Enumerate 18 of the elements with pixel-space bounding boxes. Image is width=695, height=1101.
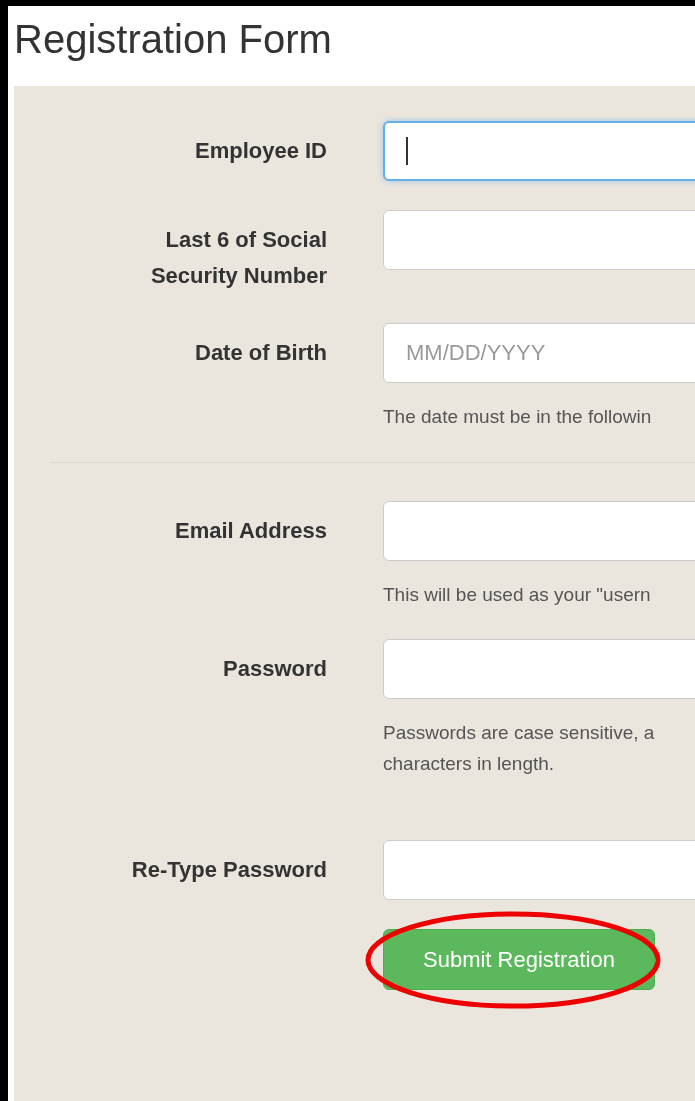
field-label: Re-Type Password	[131, 856, 327, 884]
input-field[interactable]	[383, 840, 695, 900]
help-text: Passwords are case sensitive, a characters in length.	[383, 721, 656, 776]
text-cursor	[406, 137, 408, 165]
field-label: Last 6 of Social Security Number	[149, 226, 327, 290]
field-label: Password	[223, 655, 327, 683]
help-text: This will be used as your "usern	[383, 583, 652, 607]
submit-button[interactable]: Submit Registration	[383, 929, 655, 990]
input-field[interactable]: MM/DD/YYYY	[383, 323, 695, 383]
help-text: The date must be in the followin	[383, 405, 653, 429]
input-field[interactable]	[383, 121, 695, 181]
input-field[interactable]	[383, 639, 695, 699]
field-label: Employee ID	[194, 137, 327, 165]
page-title: Registration Form	[13, 16, 333, 63]
input-field[interactable]	[383, 210, 695, 270]
field-label: Email Address	[174, 517, 327, 545]
field-label: Date of Birth	[195, 339, 327, 367]
input-field[interactable]	[383, 501, 695, 561]
